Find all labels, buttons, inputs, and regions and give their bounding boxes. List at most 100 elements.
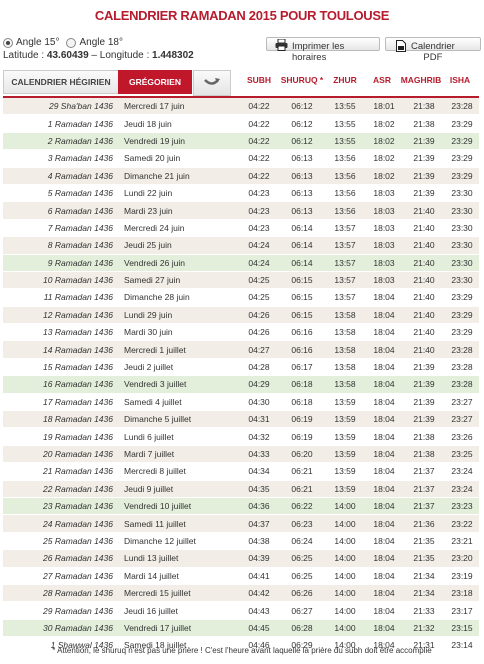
gregorian-date: Samedi 20 juin bbox=[118, 149, 239, 168]
maghrib-time: 21:39 bbox=[403, 149, 445, 168]
asr-time: 18:04 bbox=[365, 462, 403, 481]
prayer-times-table: 29 Sha'ban 1436 Mercredi 17 juin 04:22 06:1… bbox=[3, 98, 479, 655]
gregorian-date: Jeudi 18 juin bbox=[118, 114, 239, 133]
gregorian-date: Mercredi 1 juillet bbox=[118, 340, 239, 359]
asr-time: 18:02 bbox=[365, 149, 403, 168]
isha-time: 23:28 bbox=[445, 375, 479, 394]
isha-time: 23:29 bbox=[445, 323, 479, 342]
subh-time: 04:34 bbox=[239, 462, 279, 481]
maghrib-time: 21:37 bbox=[403, 480, 445, 498]
isha-time: 23:21 bbox=[445, 532, 479, 551]
gregorian-date: Vendredi 17 juillet bbox=[118, 619, 239, 638]
col-isha: ISHA bbox=[449, 75, 471, 85]
angle-18-radio[interactable] bbox=[66, 37, 77, 48]
maghrib-time: 21:35 bbox=[403, 532, 445, 551]
maghrib-time: 21:40 bbox=[403, 254, 445, 272]
print-label-line2: horaires bbox=[292, 52, 327, 63]
gregorian-date: Samedi 11 juillet bbox=[118, 514, 239, 533]
angle-15-radio[interactable] bbox=[3, 37, 13, 48]
asr-time: 18:04 bbox=[365, 306, 403, 325]
subh-time: 04:22 bbox=[239, 132, 279, 151]
subh-time: 04:41 bbox=[239, 567, 279, 585]
table-row: 11 Ramadan 1436 Dimanche 28 juin 04:25 06:1… bbox=[3, 288, 479, 307]
angle-18-label[interactable]: Angle 18° bbox=[79, 37, 122, 48]
tab-gregorien[interactable]: GRÉGORIEN bbox=[118, 70, 192, 94]
angle-15-label[interactable]: Angle 15° bbox=[16, 37, 59, 48]
zhur-time: 13:55 bbox=[325, 114, 365, 133]
subh-time: 04:43 bbox=[239, 601, 279, 620]
toggle-calendar-button[interactable] bbox=[193, 70, 231, 96]
table-row: 7 Ramadan 1436 Mercredi 24 juin 04:23 06:14… bbox=[3, 219, 479, 238]
asr-time: 18:04 bbox=[365, 323, 403, 342]
subh-time: 04:42 bbox=[239, 584, 279, 603]
isha-time: 23:30 bbox=[445, 184, 479, 203]
table-row: 25 Ramadan 1436 Dimanche 12 juillet 04:38 0… bbox=[3, 532, 479, 551]
col-zhur: ZHUR bbox=[333, 75, 357, 85]
asr-time: 18:04 bbox=[365, 480, 403, 498]
zhur-time: 13:58 bbox=[325, 375, 365, 394]
zhur-time: 14:00 bbox=[325, 549, 365, 568]
maghrib-time: 21:39 bbox=[403, 167, 445, 185]
table-row: 4 Ramadan 1436 Dimanche 21 juin 04:22 06:13… bbox=[3, 167, 479, 185]
shuruq-time: 06:12 bbox=[279, 132, 325, 151]
gregorian-date: Jeudi 9 juillet bbox=[118, 480, 239, 498]
zhur-time: 14:00 bbox=[325, 532, 365, 551]
maghrib-time: 21:40 bbox=[403, 219, 445, 238]
gregorian-date: Lundi 22 juin bbox=[118, 184, 239, 203]
maghrib-time: 21:37 bbox=[403, 462, 445, 481]
isha-time: 23:25 bbox=[445, 445, 479, 464]
isha-time: 23:29 bbox=[445, 149, 479, 168]
isha-time: 23:20 bbox=[445, 549, 479, 568]
hegirian-date: 17 Ramadan 1436 bbox=[3, 393, 118, 412]
shuruq-time: 06:26 bbox=[279, 584, 325, 603]
hegirian-date: 11 Ramadan 1436 bbox=[3, 288, 118, 307]
maghrib-time: 21:39 bbox=[403, 184, 445, 203]
shuruq-time: 06:16 bbox=[279, 323, 325, 342]
zhur-time: 14:00 bbox=[325, 601, 365, 620]
subh-time: 04:22 bbox=[239, 114, 279, 133]
pdf-label[interactable]: Calendrier PDF bbox=[411, 41, 455, 63]
asr-time: 18:04 bbox=[365, 288, 403, 307]
isha-time: 23:19 bbox=[445, 567, 479, 585]
pdf-label-line2: PDF bbox=[423, 52, 443, 63]
print-label[interactable]: Imprimer les horaires bbox=[292, 41, 344, 63]
hegirian-date: 15 Ramadan 1436 bbox=[3, 358, 118, 377]
maghrib-time: 21:40 bbox=[403, 340, 445, 359]
shuruq-time: 06:23 bbox=[279, 514, 325, 533]
zhur-time: 14:00 bbox=[325, 619, 365, 638]
asr-time: 18:04 bbox=[365, 619, 403, 638]
hegirian-date: 30 Ramadan 1436 bbox=[3, 619, 118, 638]
maghrib-time: 21:34 bbox=[403, 567, 445, 585]
table-row: 18 Ramadan 1436 Dimanche 5 juillet 04:31 06… bbox=[3, 410, 479, 429]
tab-hegirien[interactable]: CALENDRIER HÉGIRIEN bbox=[3, 70, 119, 94]
subh-time: 04:32 bbox=[239, 427, 279, 446]
shuruq-time: 06:24 bbox=[279, 532, 325, 551]
zhur-time: 13:56 bbox=[325, 149, 365, 168]
zhur-time: 13:59 bbox=[325, 427, 365, 446]
table-row: 5 Ramadan 1436 Lundi 22 juin 04:23 06:13 13:… bbox=[3, 184, 479, 203]
maghrib-time: 21:36 bbox=[403, 514, 445, 533]
asr-time: 18:03 bbox=[365, 184, 403, 203]
gregorian-date: Mardi 7 juillet bbox=[118, 445, 239, 464]
subh-time: 04:22 bbox=[239, 98, 279, 116]
asr-time: 18:03 bbox=[365, 201, 403, 220]
maghrib-time: 21:39 bbox=[403, 393, 445, 412]
gregorian-date: Mardi 23 juin bbox=[118, 201, 239, 220]
table-row: 6 Ramadan 1436 Mardi 23 juin 04:23 06:13 13:… bbox=[3, 201, 479, 220]
subh-time: 04:28 bbox=[239, 358, 279, 377]
subh-time: 04:22 bbox=[239, 167, 279, 185]
isha-time: 23:18 bbox=[445, 584, 479, 603]
subh-time: 04:23 bbox=[239, 184, 279, 203]
zhur-time: 13:58 bbox=[325, 340, 365, 359]
zhur-time: 13:57 bbox=[325, 288, 365, 307]
zhur-time: 13:59 bbox=[325, 462, 365, 481]
options-panel: Angle 15° Angle 18° Latitude : 43.60439 … bbox=[3, 37, 194, 61]
shuruq-time: 06:13 bbox=[279, 149, 325, 168]
subh-time: 04:22 bbox=[239, 149, 279, 168]
calendar-header: CALENDRIER HÉGIRIEN GRÉGORIEN SUBH SHURU… bbox=[3, 70, 479, 98]
hegirian-date: 14 Ramadan 1436 bbox=[3, 340, 118, 359]
table-row: 17 Ramadan 1436 Samedi 4 juillet 04:30 06:1… bbox=[3, 393, 479, 412]
subh-time: 04:25 bbox=[239, 271, 279, 290]
isha-time: 23:28 bbox=[445, 340, 479, 359]
maghrib-time: 21:39 bbox=[403, 358, 445, 377]
